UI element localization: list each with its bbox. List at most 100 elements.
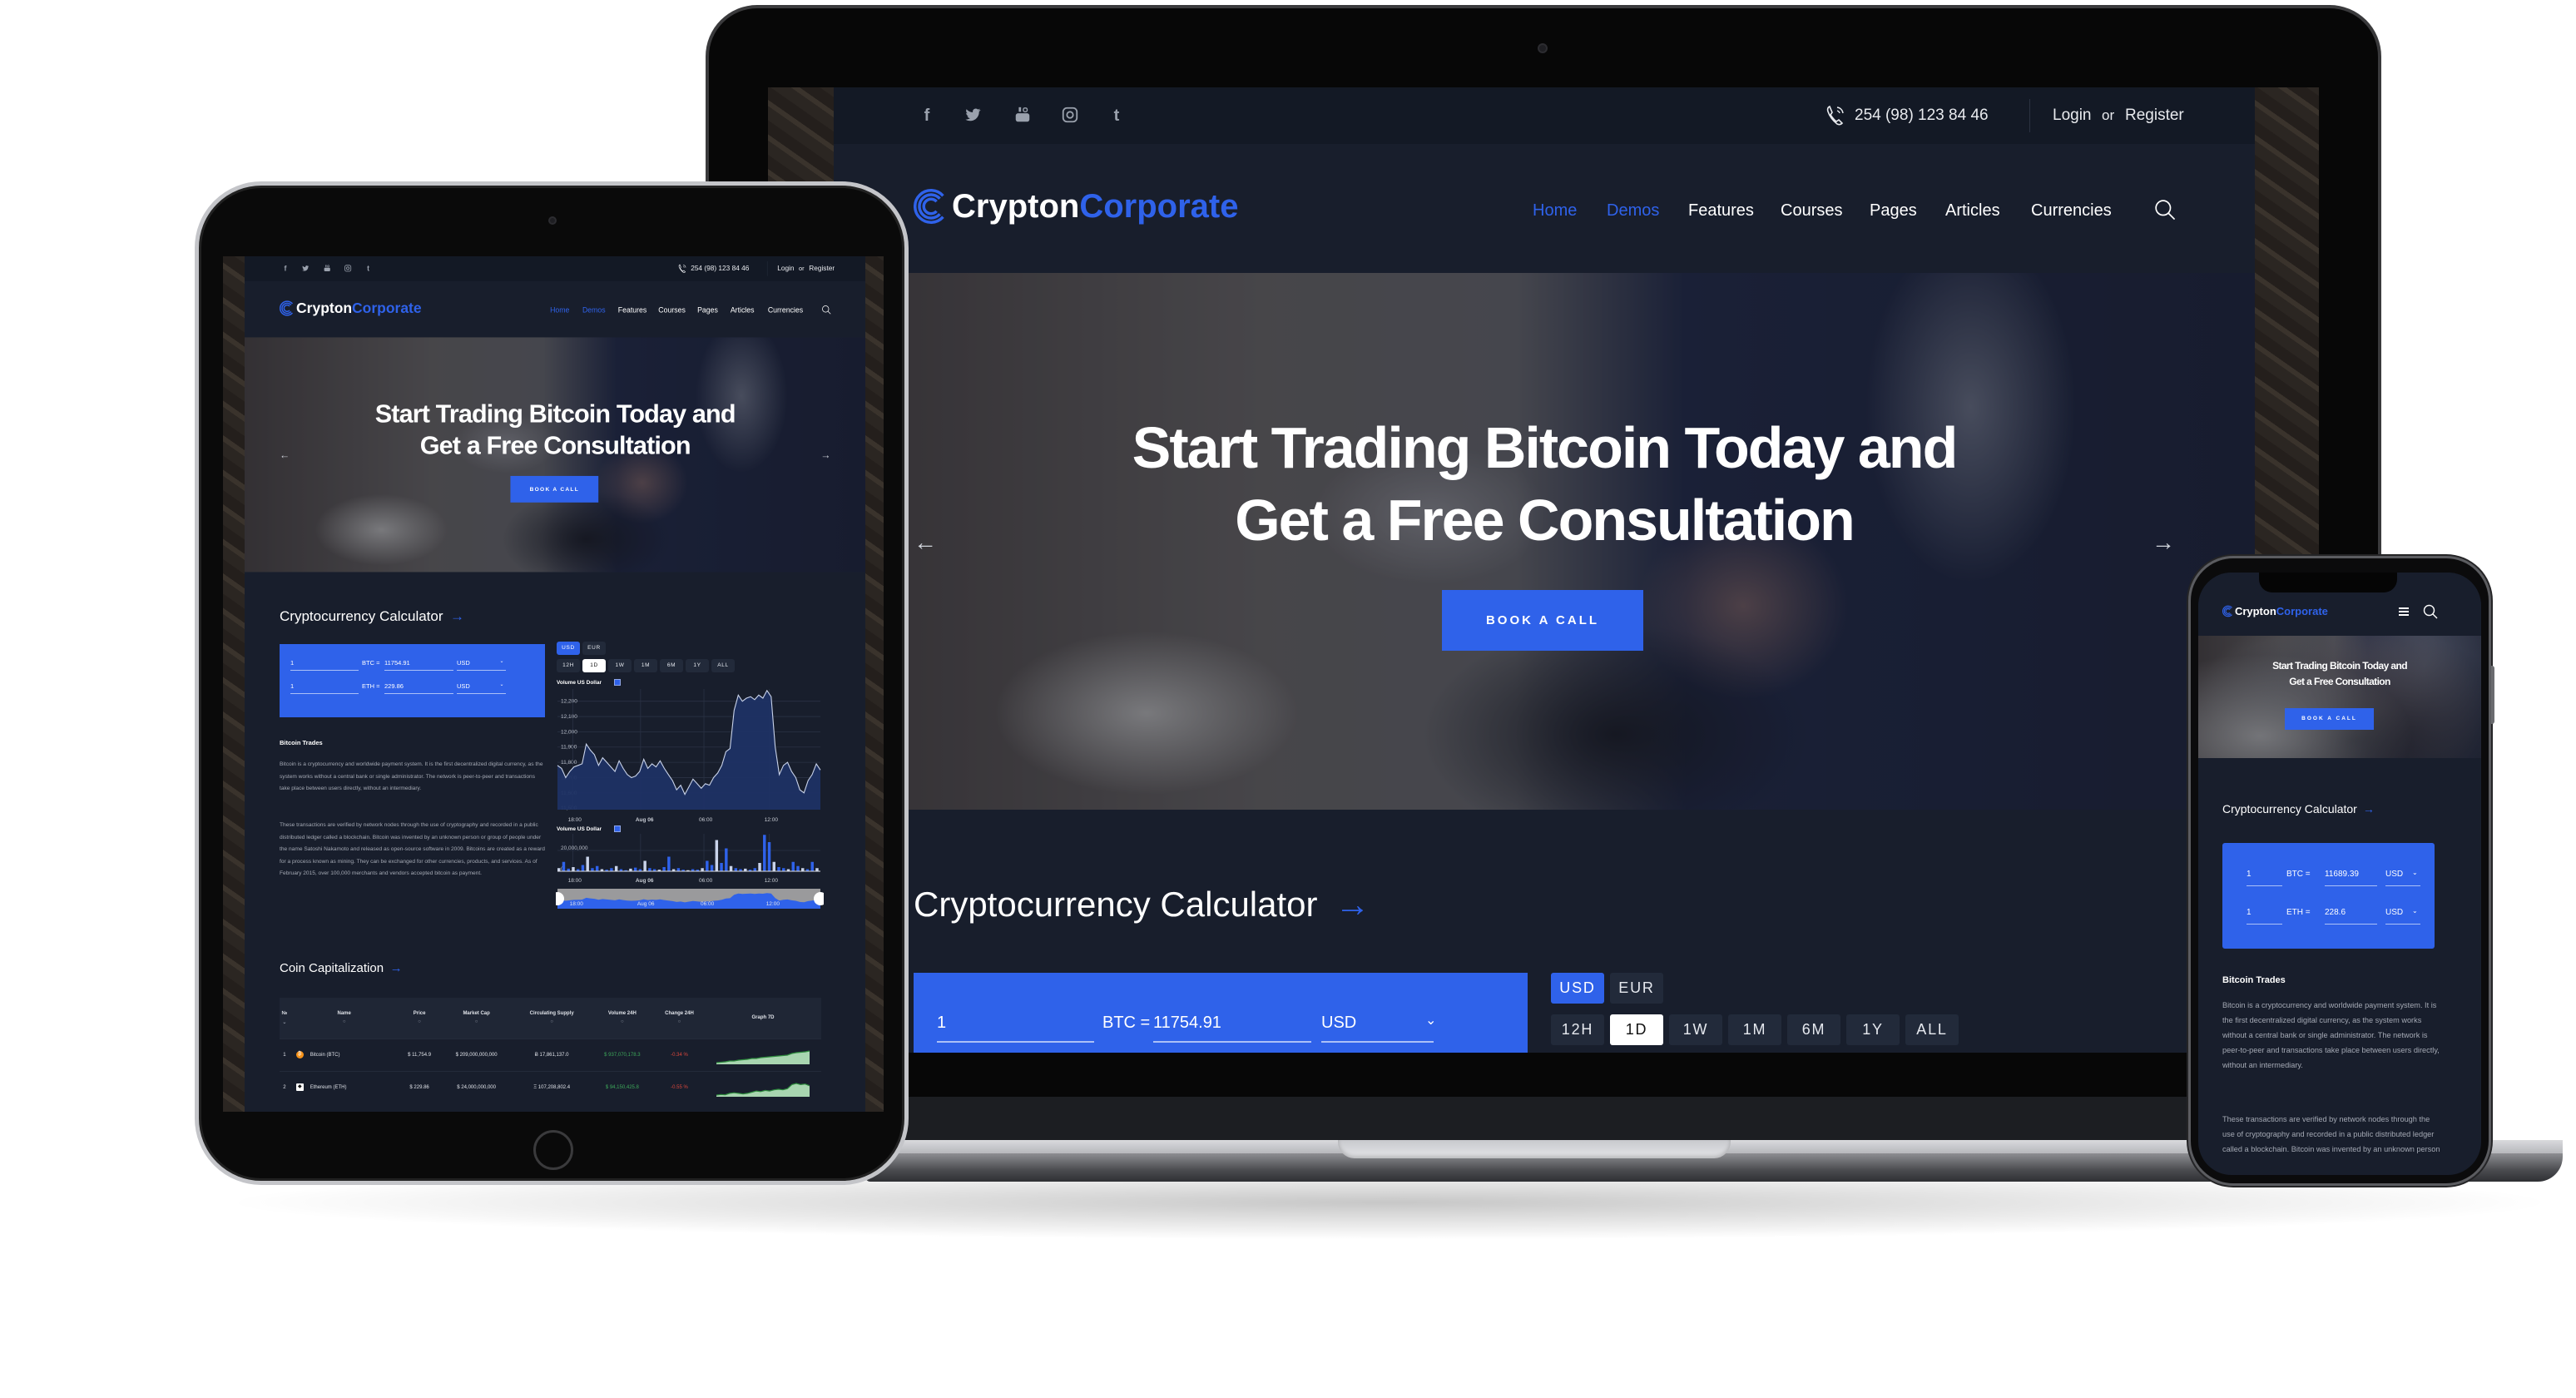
column-header[interactable]: Name ○ [289, 998, 399, 1039]
chevron-down-icon[interactable]: ⌄ [500, 682, 504, 687]
volume-bar[interactable] [758, 863, 761, 871]
search-icon[interactable] [2154, 199, 2176, 221]
column-header[interactable]: Volume 24H ○ [590, 998, 654, 1039]
period-tab-1w[interactable]: 1W [1669, 1014, 1722, 1045]
sort-icon[interactable]: ○ [654, 1019, 705, 1024]
facebook-icon[interactable]: f [281, 265, 290, 273]
column-header[interactable]: Market Cap ○ [439, 998, 513, 1039]
legend-swatch[interactable] [614, 679, 621, 686]
search-icon[interactable] [822, 305, 831, 315]
name-cell[interactable]: ◆ Ethereum (ETH) [289, 1070, 399, 1103]
currency-select[interactable]: USD [2385, 870, 2403, 879]
arrow-right-icon[interactable]: → [1335, 885, 1370, 924]
volume-bar[interactable] [581, 865, 585, 872]
currency-toggle-eur[interactable]: EUR [1610, 973, 1663, 1004]
nav-home[interactable]: Home [550, 305, 569, 315]
volume-bar[interactable] [643, 860, 646, 872]
value-input[interactable]: 11754.91 [1153, 1014, 1221, 1033]
volume-bar[interactable] [801, 868, 805, 871]
slider-next-arrow-icon[interactable]: → [820, 449, 830, 461]
facebook-icon[interactable]: f [917, 106, 937, 126]
period-tab-1m[interactable]: 1M [1728, 1014, 1781, 1045]
hamburger-menu-icon[interactable] [2399, 607, 2409, 616]
value-input[interactable]: 11689.39 [2325, 870, 2359, 879]
sort-icon[interactable]: ○ [513, 1019, 591, 1024]
phone-number[interactable]: 254 (98) 123 84 46 [1855, 106, 1989, 126]
volume-bar[interactable] [715, 840, 719, 872]
currency-toggle-usd[interactable]: USD [557, 642, 580, 655]
volume-bar[interactable] [729, 865, 733, 871]
volume-bar[interactable] [557, 868, 561, 871]
currency-select[interactable]: USD [457, 659, 470, 667]
volume-bar[interactable] [772, 861, 775, 871]
period-tab-6m[interactable]: 6M [1787, 1014, 1840, 1045]
nav-currencies[interactable]: Currencies [768, 305, 803, 315]
volume-bar[interactable] [591, 868, 594, 871]
amount-input[interactable]: 1 [2247, 870, 2252, 879]
volume-bar[interactable] [648, 868, 651, 871]
volume-bar[interactable] [810, 861, 814, 871]
volume-bar[interactable] [562, 861, 566, 871]
nav-demos[interactable]: Demos [1607, 201, 1659, 221]
currency-toggle-usd[interactable]: USD [1551, 973, 1604, 1004]
value-input[interactable]: 228.6 [2325, 908, 2346, 917]
period-tab-12h[interactable]: 12H [557, 659, 580, 672]
logo[interactable]: Crypton Corporate [2222, 605, 2328, 617]
sort-icon[interactable]: ○ [591, 1019, 654, 1024]
column-header[interactable]: № ⌄ [280, 998, 290, 1039]
book-call-button[interactable]: BOOK A CALL [1442, 590, 1643, 651]
amount-input[interactable]: 1 [2247, 908, 2252, 917]
currency-select[interactable]: USD [457, 682, 470, 690]
nav-pages[interactable]: Pages [1870, 201, 1917, 221]
nav-courses[interactable]: Courses [658, 305, 686, 315]
volume-bar[interactable] [796, 865, 800, 871]
volume-bar[interactable] [662, 867, 666, 871]
twitter-icon[interactable] [301, 265, 310, 273]
period-tab-all[interactable]: ALL [711, 659, 735, 672]
volume-bar[interactable] [734, 868, 738, 871]
coin-name[interactable]: Bitcoin (BTC) [310, 1053, 352, 1058]
volume-bar[interactable] [667, 856, 671, 872]
nav-features[interactable]: Features [618, 305, 646, 315]
volume-bar[interactable] [815, 868, 819, 871]
period-tab-6m[interactable]: 6M [660, 659, 683, 672]
volume-bar[interactable] [777, 867, 780, 871]
sort-icon[interactable]: ○ [440, 1019, 513, 1024]
amount-input[interactable]: 1 [290, 682, 294, 690]
sort-icon[interactable]: ○ [399, 1019, 440, 1024]
register-link[interactable]: Register [2125, 106, 2184, 126]
period-tab-12h[interactable]: 12H [1551, 1014, 1604, 1045]
nav-demos[interactable]: Demos [582, 305, 606, 315]
arrow-right-icon[interactable]: → [2363, 802, 2375, 816]
volume-bar[interactable] [676, 868, 681, 871]
book-call-button[interactable]: BOOK A CALL [510, 475, 599, 503]
legend-swatch[interactable] [614, 825, 621, 832]
period-tab-1d[interactable]: 1D [582, 659, 606, 672]
table-row[interactable]: 1 ₿ Bitcoin (BTC) $ 11,754.9 $ 209,000,000,0… [280, 1038, 821, 1071]
value-input[interactable]: 229.86 [384, 682, 404, 690]
nav-articles[interactable]: Articles [731, 305, 755, 315]
table-row[interactable]: 2 ◆ Ethereum (ETH) $ 229.86 $ 24,000,000,000… [280, 1070, 821, 1103]
slider-next-arrow-icon[interactable]: → [2152, 529, 2175, 556]
currency-select[interactable]: USD [1321, 1014, 1356, 1033]
login-link[interactable]: Login [777, 265, 794, 273]
chevron-down-icon[interactable]: ⌄ [2412, 907, 2418, 915]
volume-bar[interactable] [586, 856, 589, 872]
volume-bar[interactable] [782, 868, 785, 871]
volume-bar[interactable] [763, 835, 766, 871]
search-icon[interactable] [2423, 604, 2438, 619]
logo[interactable]: Crypton Corporate [914, 187, 1238, 226]
nav-home[interactable]: Home [1533, 201, 1577, 221]
volume-bar[interactable] [725, 848, 728, 872]
currency-select[interactable]: USD [2385, 908, 2403, 917]
volume-bar[interactable] [791, 861, 795, 871]
login-link[interactable]: Login [2053, 106, 2092, 126]
phone-number[interactable]: 254 (98) 123 84 46 [691, 265, 749, 273]
nav-currencies[interactable]: Currencies [2031, 201, 2112, 221]
coin-name[interactable]: Ethereum (ETH) [310, 1085, 352, 1090]
instagram-icon[interactable] [344, 265, 352, 273]
chart-navigator[interactable]: 18:00 Aug 06 06:00 12:00 [556, 889, 824, 910]
nav-courses[interactable]: Courses [1781, 201, 1842, 221]
period-tab-1d[interactable]: 1D [1610, 1014, 1663, 1045]
amount-input[interactable]: 1 [937, 1014, 946, 1033]
